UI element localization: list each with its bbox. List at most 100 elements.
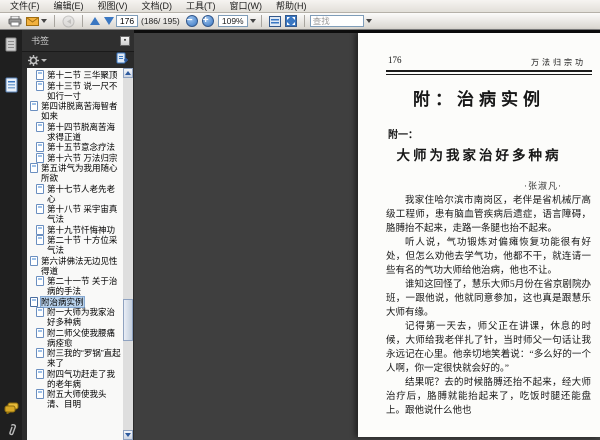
comments-panel-tab[interactable]	[3, 398, 20, 417]
bookmark-item[interactable]: 附二师父使我腰痛病痊愈	[29, 327, 124, 348]
bookmark-item[interactable]: 第十二节 三华聚顶	[29, 70, 124, 80]
bookmark-list: 第十二节 三华聚顶 第十三节 说一尺不如行一寸 第四讲脱离苦海智者如来 第十四节脱离苦…	[27, 68, 124, 440]
bookmarks-panel-tab[interactable]	[3, 76, 20, 95]
section-title: 大师为我家治好多种病	[396, 148, 562, 163]
menu-item[interactable]: 编辑(E)	[47, 0, 91, 14]
options-button[interactable]	[28, 54, 47, 66]
bookmark-item[interactable]: 第六讲佛法无边见性得道	[29, 255, 124, 276]
toolbar-separator	[303, 15, 305, 27]
bookmark-item[interactable]: 第二十节 十方位采气法	[29, 235, 124, 255]
scrollbar-thumb[interactable]	[123, 298, 133, 341]
previous-page-button[interactable]	[90, 17, 100, 25]
bookmark-page-icon	[36, 142, 44, 152]
bookmarks-sidebar: 书签 ▪ 第十二节 三华聚顶 第十三节 说一尺不如行一寸 第四讲脱离苦海智者如来…	[22, 30, 134, 440]
pages-icon	[5, 37, 17, 51]
bookmark-label: 第十五节意念疗法	[47, 142, 116, 152]
menu-item[interactable]: 帮助(H)	[269, 0, 314, 14]
bookmark-item[interactable]: 附五大师使我头清、目明	[29, 389, 124, 409]
bookmark-label: 附五大师使我头清、目明	[47, 389, 107, 409]
bookmark-item[interactable]: 附治病实例	[29, 295, 124, 308]
next-page-button[interactable]	[104, 17, 114, 25]
fullscreen-icon	[284, 15, 297, 27]
menu-item[interactable]: 工具(T)	[179, 0, 223, 14]
appendix-label: 附一：	[388, 130, 418, 141]
body-paragraph: 结果呢？去的时候胳膊还抬不起来，经大师治疗后，胳膊就能抬起来了，吃饭时腿还能盘上…	[386, 378, 591, 416]
bookmark-label: 第四讲脱离苦海智者如来	[41, 101, 118, 121]
bookmark-label: 附四气功赶走了我的老年病	[47, 368, 116, 389]
email-button[interactable]	[26, 16, 47, 26]
bookmark-label: 附二师父使我腰痛病痊愈	[47, 327, 116, 348]
menu-item[interactable]: 视图(V)	[91, 0, 135, 14]
bookmark-label: 第十四节脱离苦海求得正道	[47, 121, 116, 142]
bookmark-page-icon	[36, 152, 44, 163]
bookmark-label: 附三我的“罗锅”直起来了	[47, 348, 121, 368]
attachments-panel-tab[interactable]	[3, 421, 20, 440]
zoom-level-select[interactable]: 109%	[217, 15, 248, 27]
bookmark-label: 第十九节忏悔神功	[47, 224, 116, 235]
navigation-tab-strip	[0, 30, 22, 440]
bookmark-item[interactable]: 第十三节 说一尺不如行一寸	[29, 80, 124, 101]
bookmark-page-icon	[36, 80, 44, 91]
search-dropdown-caret[interactable]	[365, 19, 372, 23]
bookmark-item[interactable]: 第十四节脱离苦海求得正道	[29, 121, 124, 142]
menu-item[interactable]: 文件(F)	[3, 0, 47, 14]
bookmark-page-icon	[30, 101, 38, 111]
zoom-out-button[interactable]: −	[185, 15, 198, 27]
page-header-number: 176	[388, 55, 402, 65]
bookmark-item[interactable]: 附三我的“罗锅”直起来了	[29, 348, 124, 368]
document-area: 176 万法归宗功 附：治病实例 附一： 大师为我家治好多种病 ·张淑凡· 我家…	[134, 30, 600, 440]
bookmark-item[interactable]: 第十七节人老先老心	[29, 183, 124, 204]
bookmark-page-icon	[36, 348, 44, 358]
bookmarks-options-bar	[22, 52, 134, 68]
scroll-down-button[interactable]	[123, 430, 133, 440]
bookmark-item[interactable]: 第十六节 万法归宗	[29, 152, 124, 163]
print-button[interactable]	[8, 15, 22, 27]
zoom-dropdown-caret[interactable]	[249, 19, 256, 23]
bookmark-item[interactable]: 第十八节 采宇宙真气法	[29, 204, 124, 224]
bookmark-page-icon	[36, 389, 44, 399]
bookmark-page-icon	[36, 204, 44, 214]
bookmark-item[interactable]: 附四气功赶走了我的老年病	[29, 368, 124, 389]
expand-bookmark-icon	[116, 52, 128, 64]
pdf-page: 176 万法归宗功 附：治病实例 附一： 大师为我家治好多种病 ·张淑凡· 我家…	[358, 33, 600, 437]
previous-view-icon	[62, 15, 75, 27]
bookmark-label: 第十三节 说一尺不如行一寸	[47, 80, 118, 101]
page-display-button[interactable]	[268, 15, 281, 27]
menu-item[interactable]: 文档(D)	[135, 0, 180, 14]
bookmark-item[interactable]: 第十九节忏悔神功	[29, 224, 124, 235]
expand-bookmark-button[interactable]	[116, 51, 128, 69]
body-paragraph: 我家住哈尔滨市南岗区，老伴是省机械厅高级工程师，患有脑血管疾病后遗症，语言障碍，…	[386, 196, 591, 234]
bookmark-item[interactable]: 附一大师为我家治好多种病	[29, 307, 124, 327]
menu-bar: 文件(F) 编辑(E) 视图(V) 文档(D) 工具(T) 窗口(W) 帮助(H)	[0, 0, 600, 13]
bookmark-page-icon	[36, 121, 44, 132]
scroll-up-button[interactable]	[123, 68, 133, 78]
bookmark-page-icon	[36, 307, 44, 317]
bookmark-label: 附一大师为我家治好多种病	[47, 307, 116, 327]
body-paragraph: 记得第一天去，师父正在讲课，休息的时候，大师给我老伴扎了针，当时师父一句话让我永…	[386, 322, 591, 374]
bookmark-item[interactable]: 第二十一节 关于治病的手法	[29, 276, 124, 296]
pages-panel-tab[interactable]	[3, 35, 20, 54]
zoom-in-button[interactable]: +	[201, 15, 214, 27]
bookmark-item[interactable]: 第四讲脱离苦海智者如来	[29, 101, 124, 121]
bookmark-item[interactable]: 第十五节意念疗法	[29, 142, 124, 152]
panel-menu-button[interactable]: ▪	[120, 35, 130, 46]
search-input[interactable]	[309, 15, 364, 27]
email-dropdown-caret[interactable]	[41, 19, 47, 23]
bookmark-scrollbar[interactable]	[123, 68, 133, 440]
page-count-label: (186/ 195)	[141, 16, 180, 26]
comments-icon	[4, 402, 19, 414]
author-name: ·张淑凡·	[524, 181, 562, 191]
menu-item[interactable]: 窗口(W)	[223, 0, 270, 14]
printer-icon	[8, 15, 22, 26]
toolbar-separator	[54, 15, 55, 27]
page-number-input[interactable]	[116, 15, 138, 27]
bookmark-item[interactable]: 第五讲气为我用随心所欲	[29, 163, 124, 183]
bookmark-page-icon	[36, 327, 44, 338]
fullscreen-button[interactable]	[284, 15, 297, 27]
bookmark-page-icon	[36, 70, 44, 80]
toolbar-separator	[82, 15, 83, 27]
paperclip-icon	[8, 423, 16, 436]
bookmark-label: 第五讲气为我用随心所欲	[41, 163, 118, 183]
bookmarks-panel-title: 书签	[31, 36, 50, 46]
header-rule-thick	[386, 70, 592, 72]
